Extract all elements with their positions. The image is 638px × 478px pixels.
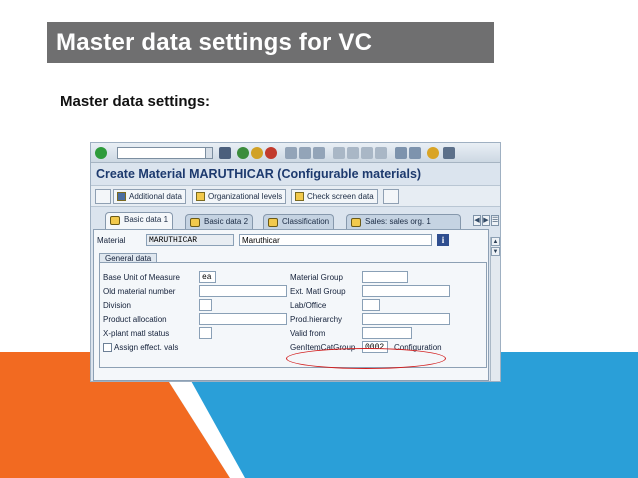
- save-icon[interactable]: [219, 147, 231, 159]
- cancel-icon[interactable]: [265, 147, 277, 159]
- additional-data-button[interactable]: Additional data: [113, 189, 186, 204]
- standard-toolbar: [91, 143, 500, 163]
- last-page-icon[interactable]: [375, 147, 387, 159]
- tab-strip: Basic data 1 Basic data 2 Classification…: [91, 211, 500, 229]
- find-next-icon[interactable]: [313, 147, 325, 159]
- tab-classification-icon: [268, 218, 278, 227]
- valid-from-field[interactable]: [362, 327, 412, 339]
- first-page-icon[interactable]: [333, 147, 345, 159]
- screen-title: Create Material MARUTHICAR (Configurable…: [96, 167, 422, 181]
- tab-basic-data-2[interactable]: Basic data 2: [185, 214, 254, 229]
- tab-basic-data-1-icon: [110, 216, 120, 225]
- material-label: Material: [97, 236, 126, 245]
- tab-basic-data-1[interactable]: Basic data 1: [105, 212, 174, 229]
- check-icon: [295, 192, 304, 201]
- exit-icon[interactable]: [251, 147, 263, 159]
- slide-subtitle: Master data settings:: [60, 93, 211, 110]
- slide-title: Master data settings for VC: [47, 22, 494, 63]
- xplant-status-label: X-plant matl status: [103, 329, 170, 338]
- enter-icon[interactable]: [95, 147, 107, 159]
- tab-basic-data-1-label: Basic data 1: [124, 215, 169, 224]
- application-toolbar: Additional data Organizational levels Ch…: [91, 185, 500, 207]
- tab-basic-data-2-icon: [190, 218, 200, 227]
- print-button[interactable]: [383, 189, 399, 204]
- command-dropdown[interactable]: [205, 147, 213, 159]
- back-icon[interactable]: [237, 147, 249, 159]
- tab-classification-label: Classification: [282, 217, 330, 226]
- base-uom-field[interactable]: ea: [199, 271, 216, 283]
- product-allocation-field[interactable]: [199, 313, 287, 325]
- check-screen-data-label: Check screen data: [307, 192, 374, 201]
- tab-sales-org-1-icon: [351, 218, 361, 227]
- find-icon[interactable]: [299, 147, 311, 159]
- arrow-icon: [117, 192, 126, 201]
- xplant-status-field[interactable]: [199, 327, 212, 339]
- prod-hierarchy-field[interactable]: [362, 313, 450, 325]
- help-icon[interactable]: [427, 147, 439, 159]
- division-field[interactable]: [199, 299, 212, 311]
- next-page-icon[interactable]: [361, 147, 373, 159]
- command-field[interactable]: [117, 147, 213, 159]
- lab-office-field[interactable]: [362, 299, 380, 311]
- tab-list-button[interactable]: ☰: [491, 215, 499, 226]
- lab-office-label: Lab/Office: [290, 301, 327, 310]
- tab-sales-org-1[interactable]: Sales: sales org. 1: [346, 214, 461, 229]
- scroll-down-icon[interactable]: ▼: [491, 247, 500, 256]
- assign-effect-vals-checkbox[interactable]: [103, 343, 112, 352]
- old-material-label: Old material number: [103, 287, 176, 296]
- org-levels-label: Organizational levels: [208, 192, 283, 201]
- display-change-button[interactable]: [95, 189, 111, 204]
- previous-page-icon[interactable]: [347, 147, 359, 159]
- org-levels-icon: [196, 192, 205, 201]
- scroll-up-icon[interactable]: ▲: [491, 237, 500, 246]
- ext-matl-group-label: Ext. Matl Group: [290, 287, 346, 296]
- valid-from-label: Valid from: [290, 329, 326, 338]
- org-levels-button[interactable]: Organizational levels: [192, 189, 287, 204]
- highlight-ellipse: [286, 348, 446, 369]
- tab-classification[interactable]: Classification: [263, 214, 335, 229]
- material-description-field[interactable]: Maruthicar: [239, 234, 432, 246]
- print-icon[interactable]: [285, 147, 297, 159]
- tab-basic-data-2-label: Basic data 2: [204, 217, 249, 226]
- shortcut-icon[interactable]: [409, 147, 421, 159]
- material-group-field[interactable]: [362, 271, 408, 283]
- check-screen-data-button[interactable]: Check screen data: [291, 189, 378, 204]
- product-allocation-label: Product allocation: [103, 315, 167, 324]
- info-icon[interactable]: i: [437, 234, 449, 246]
- prod-hierarchy-label: Prod.hierarchy: [290, 315, 343, 324]
- old-material-field[interactable]: [199, 285, 287, 297]
- vertical-scrollbar[interactable]: ▲ ▼: [490, 237, 500, 381]
- tab-sales-org-1-label: Sales: sales org. 1: [365, 217, 431, 226]
- base-uom-label: Base Unit of Measure: [103, 273, 180, 282]
- additional-data-label: Additional data: [129, 192, 182, 201]
- new-session-icon[interactable]: [395, 147, 407, 159]
- basic-data-1-panel: Material MARUTHICAR Maruthicar i General…: [93, 229, 489, 381]
- division-label: Division: [103, 301, 132, 310]
- assign-effect-vals-label: Assign effect. vals: [114, 343, 179, 352]
- layout-icon[interactable]: [443, 147, 455, 159]
- material-group-label: Material Group: [290, 273, 343, 282]
- ext-matl-group-field[interactable]: [362, 285, 450, 297]
- material-number-field: MARUTHICAR: [146, 234, 234, 246]
- tab-scroll-left[interactable]: ◀: [473, 215, 481, 226]
- sap-window: Create Material MARUTHICAR (Configurable…: [90, 142, 501, 382]
- tab-scroll-right[interactable]: ▶: [482, 215, 490, 226]
